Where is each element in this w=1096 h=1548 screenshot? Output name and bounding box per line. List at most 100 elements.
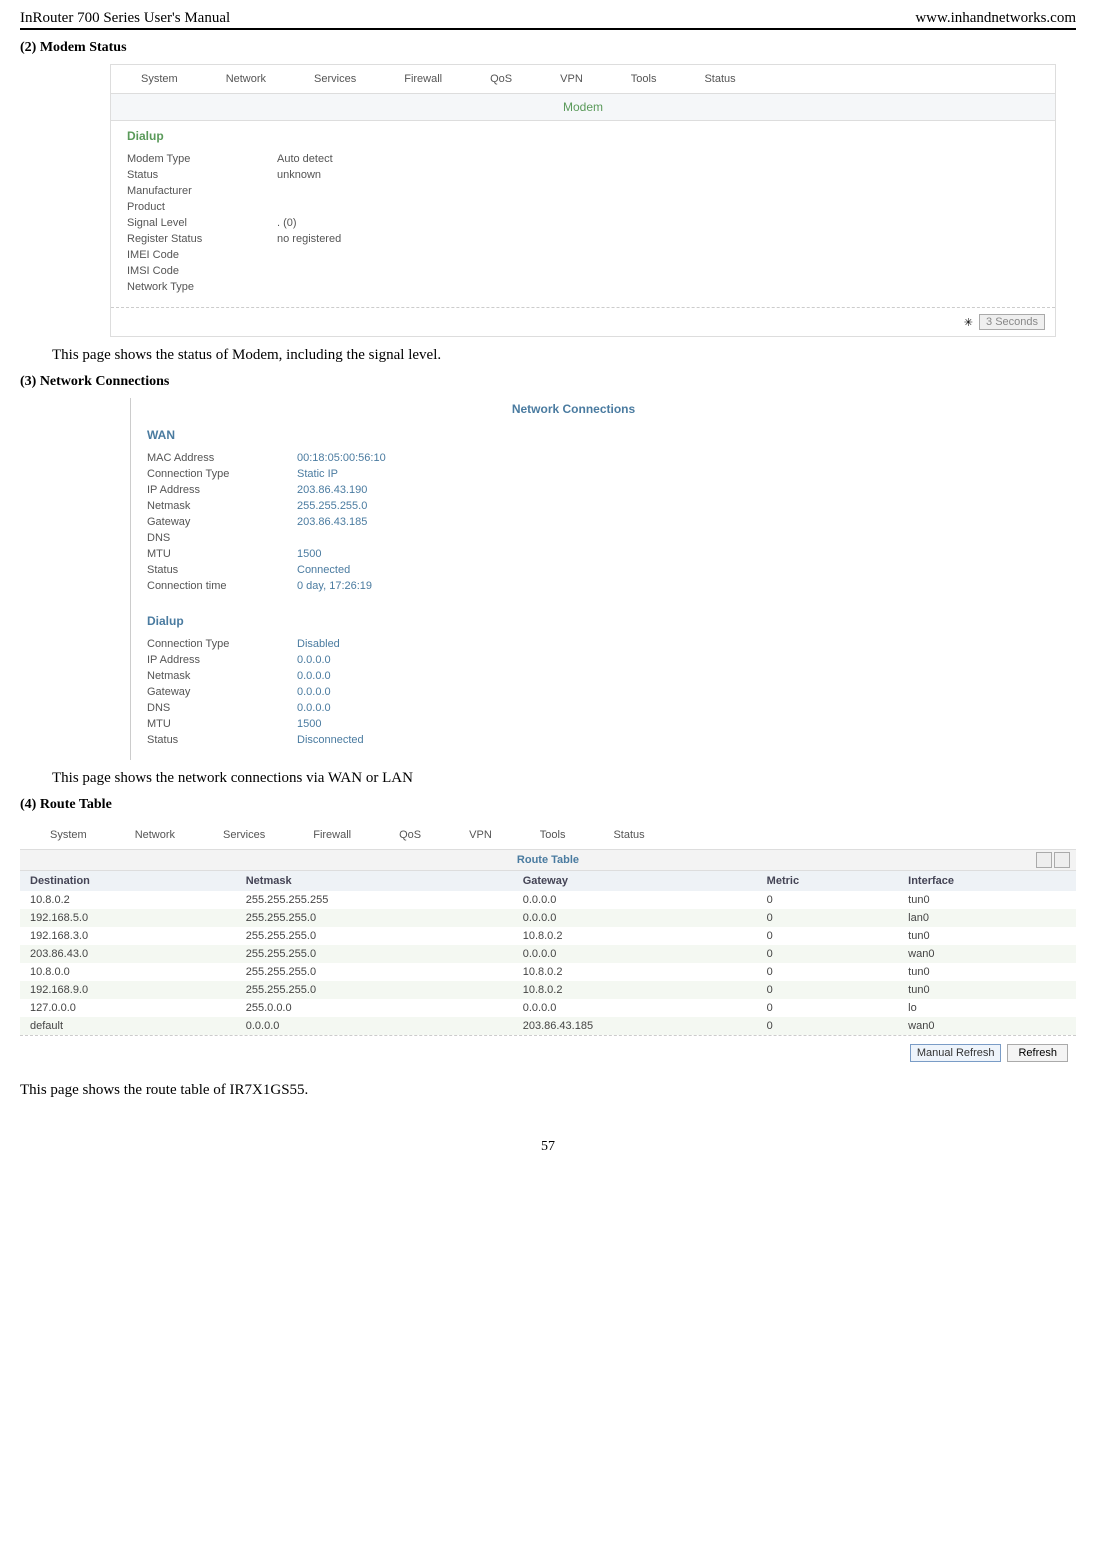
route-table: Destination Netmask Gateway Metric Inter…: [20, 871, 1076, 1035]
section2-heading: (2) Modem Status: [20, 40, 1076, 56]
table-row: 203.86.43.0255.255.255.00.0.0.00wan0: [20, 945, 1076, 963]
kv-val: 00:18:05:00:56:10: [297, 452, 386, 464]
col-destination: Destination: [20, 871, 236, 891]
route-table-screenshot: System Network Services Firewall QoS VPN…: [20, 821, 1076, 1070]
modem-refresh-row: ✳ 3 Seconds: [111, 307, 1055, 336]
kv-val: Static IP: [297, 468, 338, 480]
page-header: InRouter 700 Series User's Manual www.in…: [20, 10, 1076, 30]
nav-network[interactable]: Network: [226, 73, 266, 85]
kv-val: 0.0.0.0: [297, 670, 331, 682]
kv-key: Connection Type: [147, 468, 297, 480]
nav-firewall[interactable]: Firewall: [313, 829, 351, 841]
kv-key: DNS: [147, 702, 297, 714]
kv-val: 0.0.0.0: [297, 702, 331, 714]
kv-key: Status: [127, 169, 277, 181]
nav-system[interactable]: System: [141, 73, 178, 85]
kv-key: Netmask: [147, 670, 297, 682]
modem-status-screenshot: System Network Services Firewall QoS VPN…: [110, 64, 1056, 337]
kv-key: Gateway: [147, 516, 297, 528]
refresh-mode-select[interactable]: Manual Refresh: [910, 1044, 1002, 1062]
maximize-icon[interactable]: [1054, 852, 1070, 868]
nav-status[interactable]: Status: [704, 73, 735, 85]
kv-val: unknown: [277, 169, 321, 181]
dialup-label: Dialup: [131, 606, 1016, 632]
kv-key: Gateway: [147, 686, 297, 698]
kv-val: 0.0.0.0: [297, 654, 331, 666]
kv-key: Netmask: [147, 500, 297, 512]
kv-key: Connection Type: [147, 638, 297, 650]
nav-services[interactable]: Services: [223, 829, 265, 841]
kv-key: Status: [147, 734, 297, 746]
kv-val: Disabled: [297, 638, 340, 650]
kv-key: Register Status: [127, 233, 277, 245]
kv-key: Modem Type: [127, 153, 277, 165]
page-number: 57: [20, 1139, 1076, 1155]
route-table-title: Route Table: [20, 849, 1076, 871]
route-title-text: Route Table: [517, 854, 579, 866]
nav-tools[interactable]: Tools: [631, 73, 657, 85]
kv-key: IMSI Code: [127, 265, 277, 277]
kv-key: MTU: [147, 718, 297, 730]
table-row: default0.0.0.0203.86.43.1850wan0: [20, 1017, 1076, 1035]
kv-val: 1500: [297, 718, 321, 730]
minimize-icon[interactable]: [1036, 852, 1052, 868]
kv-key: Manufacturer: [127, 185, 277, 197]
kv-val: Auto detect: [277, 153, 333, 165]
kv-key: DNS: [147, 532, 297, 544]
nav-services[interactable]: Services: [314, 73, 356, 85]
kv-key: Status: [147, 564, 297, 576]
refresh-button[interactable]: Refresh: [1007, 1044, 1068, 1062]
section3-body: This page shows the network connections …: [52, 770, 1076, 787]
loading-icon: ✳: [964, 316, 973, 329]
table-row: 192.168.5.0255.255.255.00.0.0.00lan0: [20, 909, 1076, 927]
kv-val: no registered: [277, 233, 341, 245]
table-row: 127.0.0.0255.0.0.00.0.0.00lo: [20, 999, 1076, 1017]
col-netmask: Netmask: [236, 871, 513, 891]
col-metric: Metric: [757, 871, 898, 891]
table-row: 192.168.3.0255.255.255.010.8.0.20tun0: [20, 927, 1076, 945]
nav-vpn[interactable]: VPN: [469, 829, 492, 841]
nav-status[interactable]: Status: [613, 829, 644, 841]
nav-vpn[interactable]: VPN: [560, 73, 583, 85]
kv-key: IMEI Code: [127, 249, 277, 261]
wan-label: WAN: [131, 420, 1016, 446]
kv-val: 255.255.255.0: [297, 500, 367, 512]
route-nav: System Network Services Firewall QoS VPN…: [20, 821, 1076, 849]
refresh-interval-select[interactable]: 3 Seconds: [979, 314, 1045, 330]
modem-dialup-label: Dialup: [111, 121, 1055, 147]
section4-body: This page shows the route table of IR7X1…: [20, 1082, 1076, 1099]
col-gateway: Gateway: [513, 871, 757, 891]
nav-firewall[interactable]: Firewall: [404, 73, 442, 85]
nav-network[interactable]: Network: [135, 829, 175, 841]
network-connections-screenshot: Network Connections WAN MAC Address00:18…: [130, 398, 1016, 760]
nav-system[interactable]: System: [50, 829, 87, 841]
section4-heading: (4) Route Table: [20, 797, 1076, 813]
kv-val: 203.86.43.185: [297, 516, 367, 528]
kv-key: Product: [127, 201, 277, 213]
netconn-title: Network Connections: [131, 398, 1016, 420]
modem-kv-table: Modem TypeAuto detect Statusunknown Manu…: [111, 147, 1055, 307]
kv-key: Signal Level: [127, 217, 277, 229]
kv-key: MAC Address: [147, 452, 297, 464]
kv-val: 203.86.43.190: [297, 484, 367, 496]
kv-key: IP Address: [147, 484, 297, 496]
table-row: 10.8.0.0255.255.255.010.8.0.20tun0: [20, 963, 1076, 981]
nav-qos[interactable]: QoS: [490, 73, 512, 85]
kv-key: MTU: [147, 548, 297, 560]
kv-val: Connected: [297, 564, 350, 576]
kv-val: 1500: [297, 548, 321, 560]
nav-tools[interactable]: Tools: [540, 829, 566, 841]
kv-val: 0 day, 17:26:19: [297, 580, 372, 592]
header-left: InRouter 700 Series User's Manual: [20, 10, 230, 27]
kv-val: 0.0.0.0: [297, 686, 331, 698]
header-right: www.inhandnetworks.com: [915, 10, 1076, 27]
col-interface: Interface: [898, 871, 1076, 891]
dialup-kv-table: Connection TypeDisabled IP Address0.0.0.…: [131, 632, 1016, 760]
nav-qos[interactable]: QoS: [399, 829, 421, 841]
kv-key: IP Address: [147, 654, 297, 666]
modem-nav: System Network Services Firewall QoS VPN…: [111, 65, 1055, 93]
route-footer: Manual Refresh Refresh: [20, 1035, 1076, 1070]
kv-val: . (0): [277, 217, 297, 229]
kv-key: Connection time: [147, 580, 297, 592]
table-row: 192.168.9.0255.255.255.010.8.0.20tun0: [20, 981, 1076, 999]
